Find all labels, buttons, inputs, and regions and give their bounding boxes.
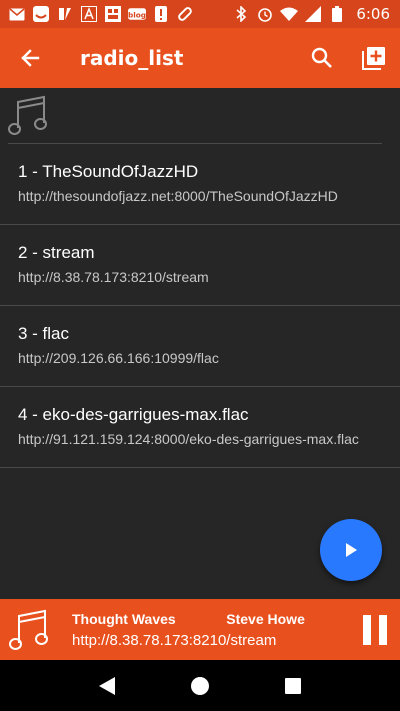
list-header (0, 88, 400, 144)
status-bar: blog 6:06 (0, 0, 400, 28)
now-playing-url: http://8.38.78.173:8210/stream (72, 631, 277, 649)
pill-icon (176, 5, 194, 23)
nav-home-button[interactable] (180, 666, 220, 706)
page-title: radio_list (80, 46, 184, 70)
music-note-icon (0, 599, 58, 660)
system-nav-bar (0, 660, 400, 711)
station-url: http://thesoundofjazz.net:8000/TheSoundO… (18, 188, 338, 204)
add-playlist-icon (362, 47, 385, 70)
battery-icon (328, 5, 346, 23)
now-playing-track: Thought Waves Steve Howe (72, 610, 305, 627)
font-icon (80, 5, 98, 23)
system-icons: 6:06 (232, 5, 390, 23)
recents-square-icon (285, 677, 302, 694)
search-icon (311, 47, 332, 68)
mail-icon (8, 5, 26, 23)
station-title: 4 - eko-des-garrigues-max.flac (18, 405, 249, 424)
play-fab-button[interactable] (320, 519, 382, 581)
alert-icon (152, 5, 170, 23)
station-item-4[interactable]: 4 - eko-des-garrigues-max.flac http://91… (0, 387, 400, 468)
nav-recents-button[interactable] (273, 666, 313, 706)
wifi-icon (280, 5, 299, 23)
app-toolbar: radio_list (0, 28, 400, 88)
blog-icon: blog (128, 5, 146, 23)
station-title: 1 - TheSoundOfJazzHD (18, 162, 199, 181)
nav-back-button[interactable] (87, 666, 127, 706)
signal-icon (304, 5, 322, 23)
play-icon (346, 543, 357, 557)
station-url: http://209.126.66.166:10999/flac (18, 350, 219, 366)
station-title: 2 - stream (18, 243, 95, 262)
news-icon (104, 5, 122, 23)
divider (8, 143, 382, 144)
clock: 6:06 (356, 5, 390, 23)
arrow-back-icon (21, 49, 40, 67)
alarm-icon (256, 5, 274, 23)
pause-button[interactable] (350, 599, 400, 660)
back-triangle-icon (98, 676, 115, 695)
station-url: http://8.38.78.173:8210/stream (18, 269, 209, 285)
station-title: 3 - flac (18, 324, 70, 343)
station-item-3[interactable]: 3 - flac http://209.126.66.166:10999/fla… (0, 306, 400, 387)
music-note-icon (8, 94, 48, 138)
pause-icon (363, 614, 387, 645)
bluetooth-icon (232, 5, 250, 23)
notification-icons: blog (8, 5, 194, 23)
home-circle-icon (190, 676, 209, 695)
station-url: http://91.121.159.124:8000/eko-des-garri… (18, 431, 359, 447)
flash-icon (56, 5, 74, 23)
search-button[interactable] (296, 28, 348, 88)
station-item-1[interactable]: 1 - TheSoundOfJazzHD http://thesoundofja… (0, 144, 400, 225)
messenger-icon (32, 5, 50, 23)
now-playing-bar[interactable]: Thought Waves Steve Howe http://8.38.78.… (0, 599, 400, 660)
station-item-2[interactable]: 2 - stream http://8.38.78.173:8210/strea… (0, 225, 400, 306)
now-playing-info: Thought Waves Steve Howe http://8.38.78.… (58, 611, 350, 649)
add-station-button[interactable] (348, 28, 400, 88)
back-button[interactable] (0, 28, 60, 88)
svg-text:blog: blog (128, 10, 146, 19)
